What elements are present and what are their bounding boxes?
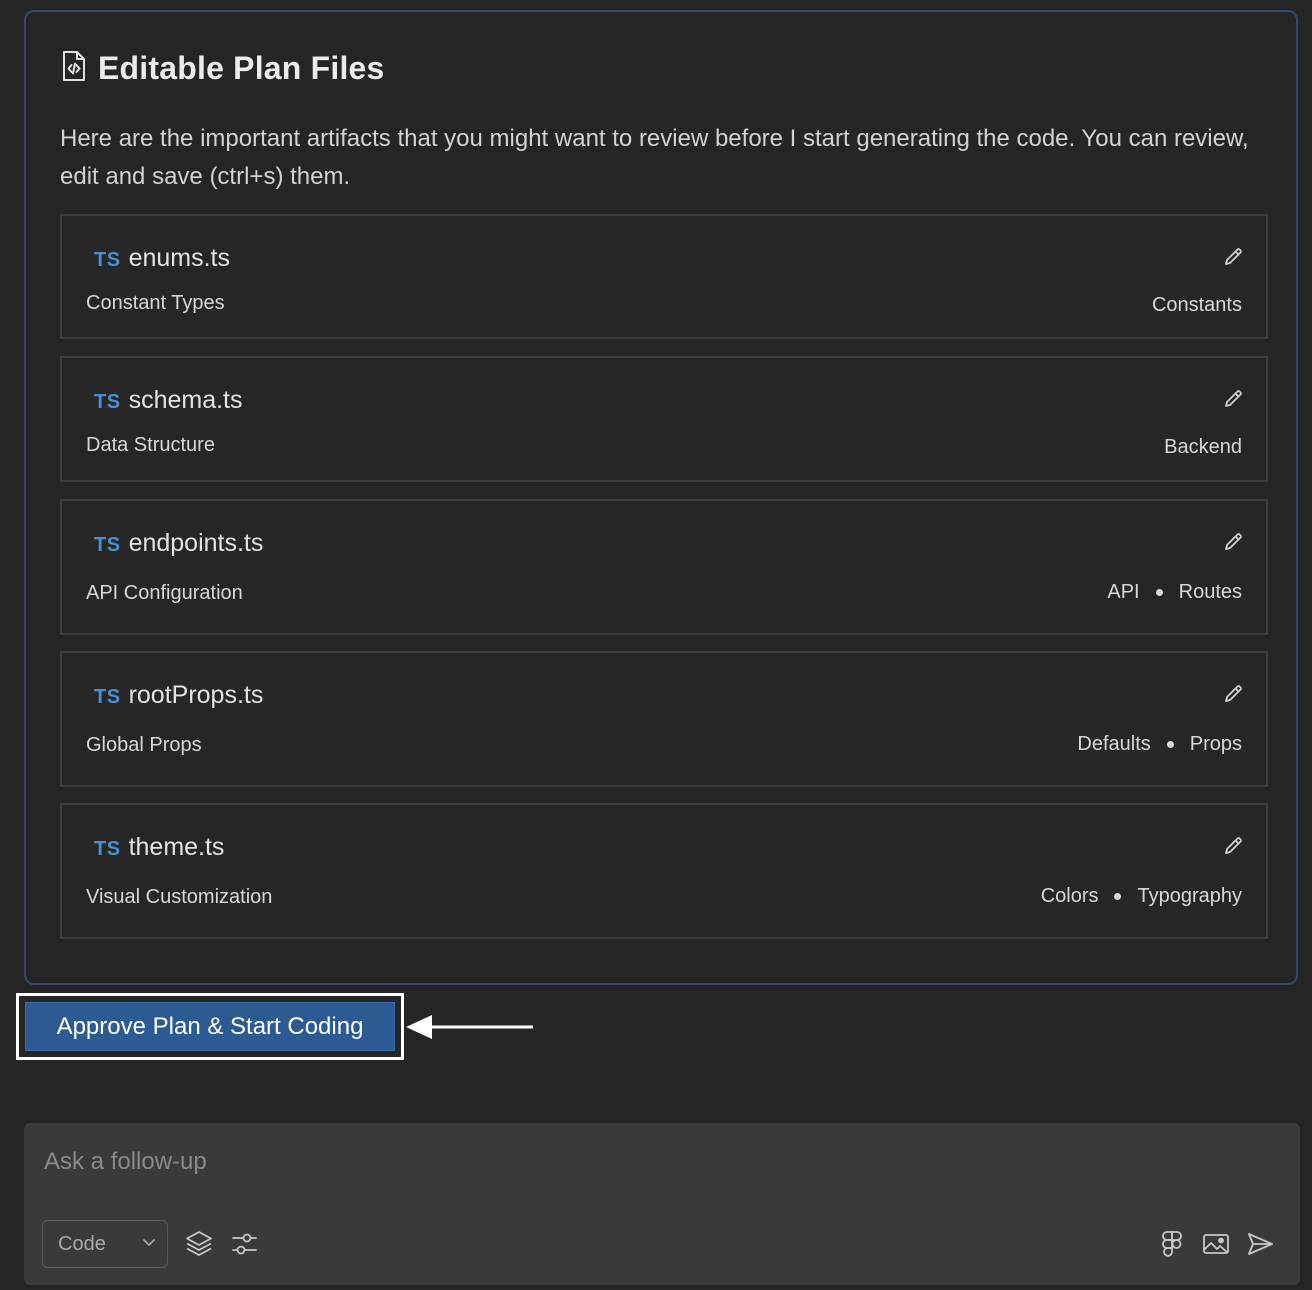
- typescript-icon: TS: [94, 249, 121, 271]
- file-card-rootprops[interactable]: TS rootProps.ts Global Props Defaults Pr…: [60, 651, 1268, 787]
- file-code-icon: [60, 50, 88, 87]
- plan-files-card: Editable Plan Files Here are the importa…: [24, 10, 1298, 985]
- file-name: schema.ts: [128, 386, 243, 414]
- file-name: enums.ts: [128, 244, 230, 272]
- file-name: theme.ts: [128, 833, 225, 861]
- file-description: API Configuration: [86, 582, 243, 604]
- figma-icon[interactable]: [1157, 1229, 1187, 1259]
- file-description: Global Props: [86, 734, 202, 756]
- image-icon[interactable]: [1201, 1229, 1231, 1259]
- approve-plan-button[interactable]: Approve Plan & Start Coding: [25, 1002, 395, 1051]
- file-name-row: TS endpoints.ts: [94, 529, 263, 558]
- plan-header: Editable Plan Files: [60, 50, 385, 87]
- file-tags: API Routes: [1107, 581, 1242, 604]
- arrow-left-icon: [406, 1012, 536, 1047]
- typescript-icon: TS: [94, 534, 121, 556]
- file-card-enums[interactable]: TS enums.ts Constant Types Constants: [60, 214, 1268, 339]
- file-description: Constant Types: [86, 292, 225, 314]
- follow-up-composer: Code: [24, 1123, 1300, 1285]
- tag-separator: [1114, 893, 1122, 900]
- file-card-schema[interactable]: TS schema.ts Data Structure Backend: [60, 356, 1268, 482]
- file-tags: Constants: [1152, 294, 1242, 317]
- follow-up-input[interactable]: [42, 1141, 1276, 1183]
- file-tags: Backend: [1164, 436, 1242, 459]
- pencil-icon[interactable]: [1222, 388, 1244, 410]
- file-name-row: TS schema.ts: [94, 386, 243, 415]
- file-description: Data Structure: [86, 434, 215, 456]
- pencil-icon[interactable]: [1222, 531, 1244, 553]
- file-name: rootProps.ts: [128, 681, 264, 709]
- layers-icon[interactable]: [184, 1229, 214, 1259]
- file-tag: Routes: [1178, 581, 1242, 603]
- sliders-icon[interactable]: [230, 1229, 260, 1259]
- typescript-icon: TS: [94, 391, 121, 413]
- pencil-icon[interactable]: [1222, 835, 1244, 857]
- file-tags: Defaults Props: [1077, 733, 1242, 756]
- plan-title: Editable Plan Files: [98, 50, 385, 86]
- file-name-row: TS enums.ts: [94, 244, 230, 273]
- file-tag: Props: [1189, 733, 1242, 755]
- mode-dropdown-value: Code: [58, 1232, 106, 1255]
- file-name-row: TS theme.ts: [94, 833, 224, 862]
- file-tag: API: [1107, 581, 1140, 603]
- tag-separator: [1166, 741, 1174, 748]
- pencil-icon[interactable]: [1222, 246, 1244, 268]
- mode-dropdown[interactable]: Code: [42, 1220, 168, 1268]
- file-card-endpoints[interactable]: TS endpoints.ts API Configuration API Ro…: [60, 499, 1268, 635]
- file-tag: Backend: [1164, 436, 1242, 458]
- file-tag: Typography: [1137, 885, 1242, 907]
- file-tag: Colors: [1040, 885, 1099, 907]
- chevron-down-icon: [141, 1233, 157, 1256]
- file-card-theme[interactable]: TS theme.ts Visual Customization Colors …: [60, 803, 1268, 939]
- file-tag: Constants: [1151, 294, 1242, 316]
- chat-panel: Editable Plan Files Here are the importa…: [0, 0, 1312, 1290]
- approve-highlight-box: Approve Plan & Start Coding: [16, 993, 404, 1060]
- pencil-icon[interactable]: [1222, 683, 1244, 705]
- file-tag: Defaults: [1077, 733, 1151, 755]
- tag-separator: [1155, 589, 1163, 596]
- send-icon[interactable]: [1245, 1229, 1275, 1259]
- typescript-icon: TS: [94, 686, 121, 708]
- file-name: endpoints.ts: [128, 529, 264, 557]
- typescript-icon: TS: [94, 838, 121, 860]
- plan-description: Here are the important artifacts that yo…: [60, 125, 1249, 190]
- file-tags: Colors Typography: [1041, 885, 1242, 908]
- file-description: Visual Customization: [86, 886, 273, 908]
- file-name-row: TS rootProps.ts: [94, 681, 263, 710]
